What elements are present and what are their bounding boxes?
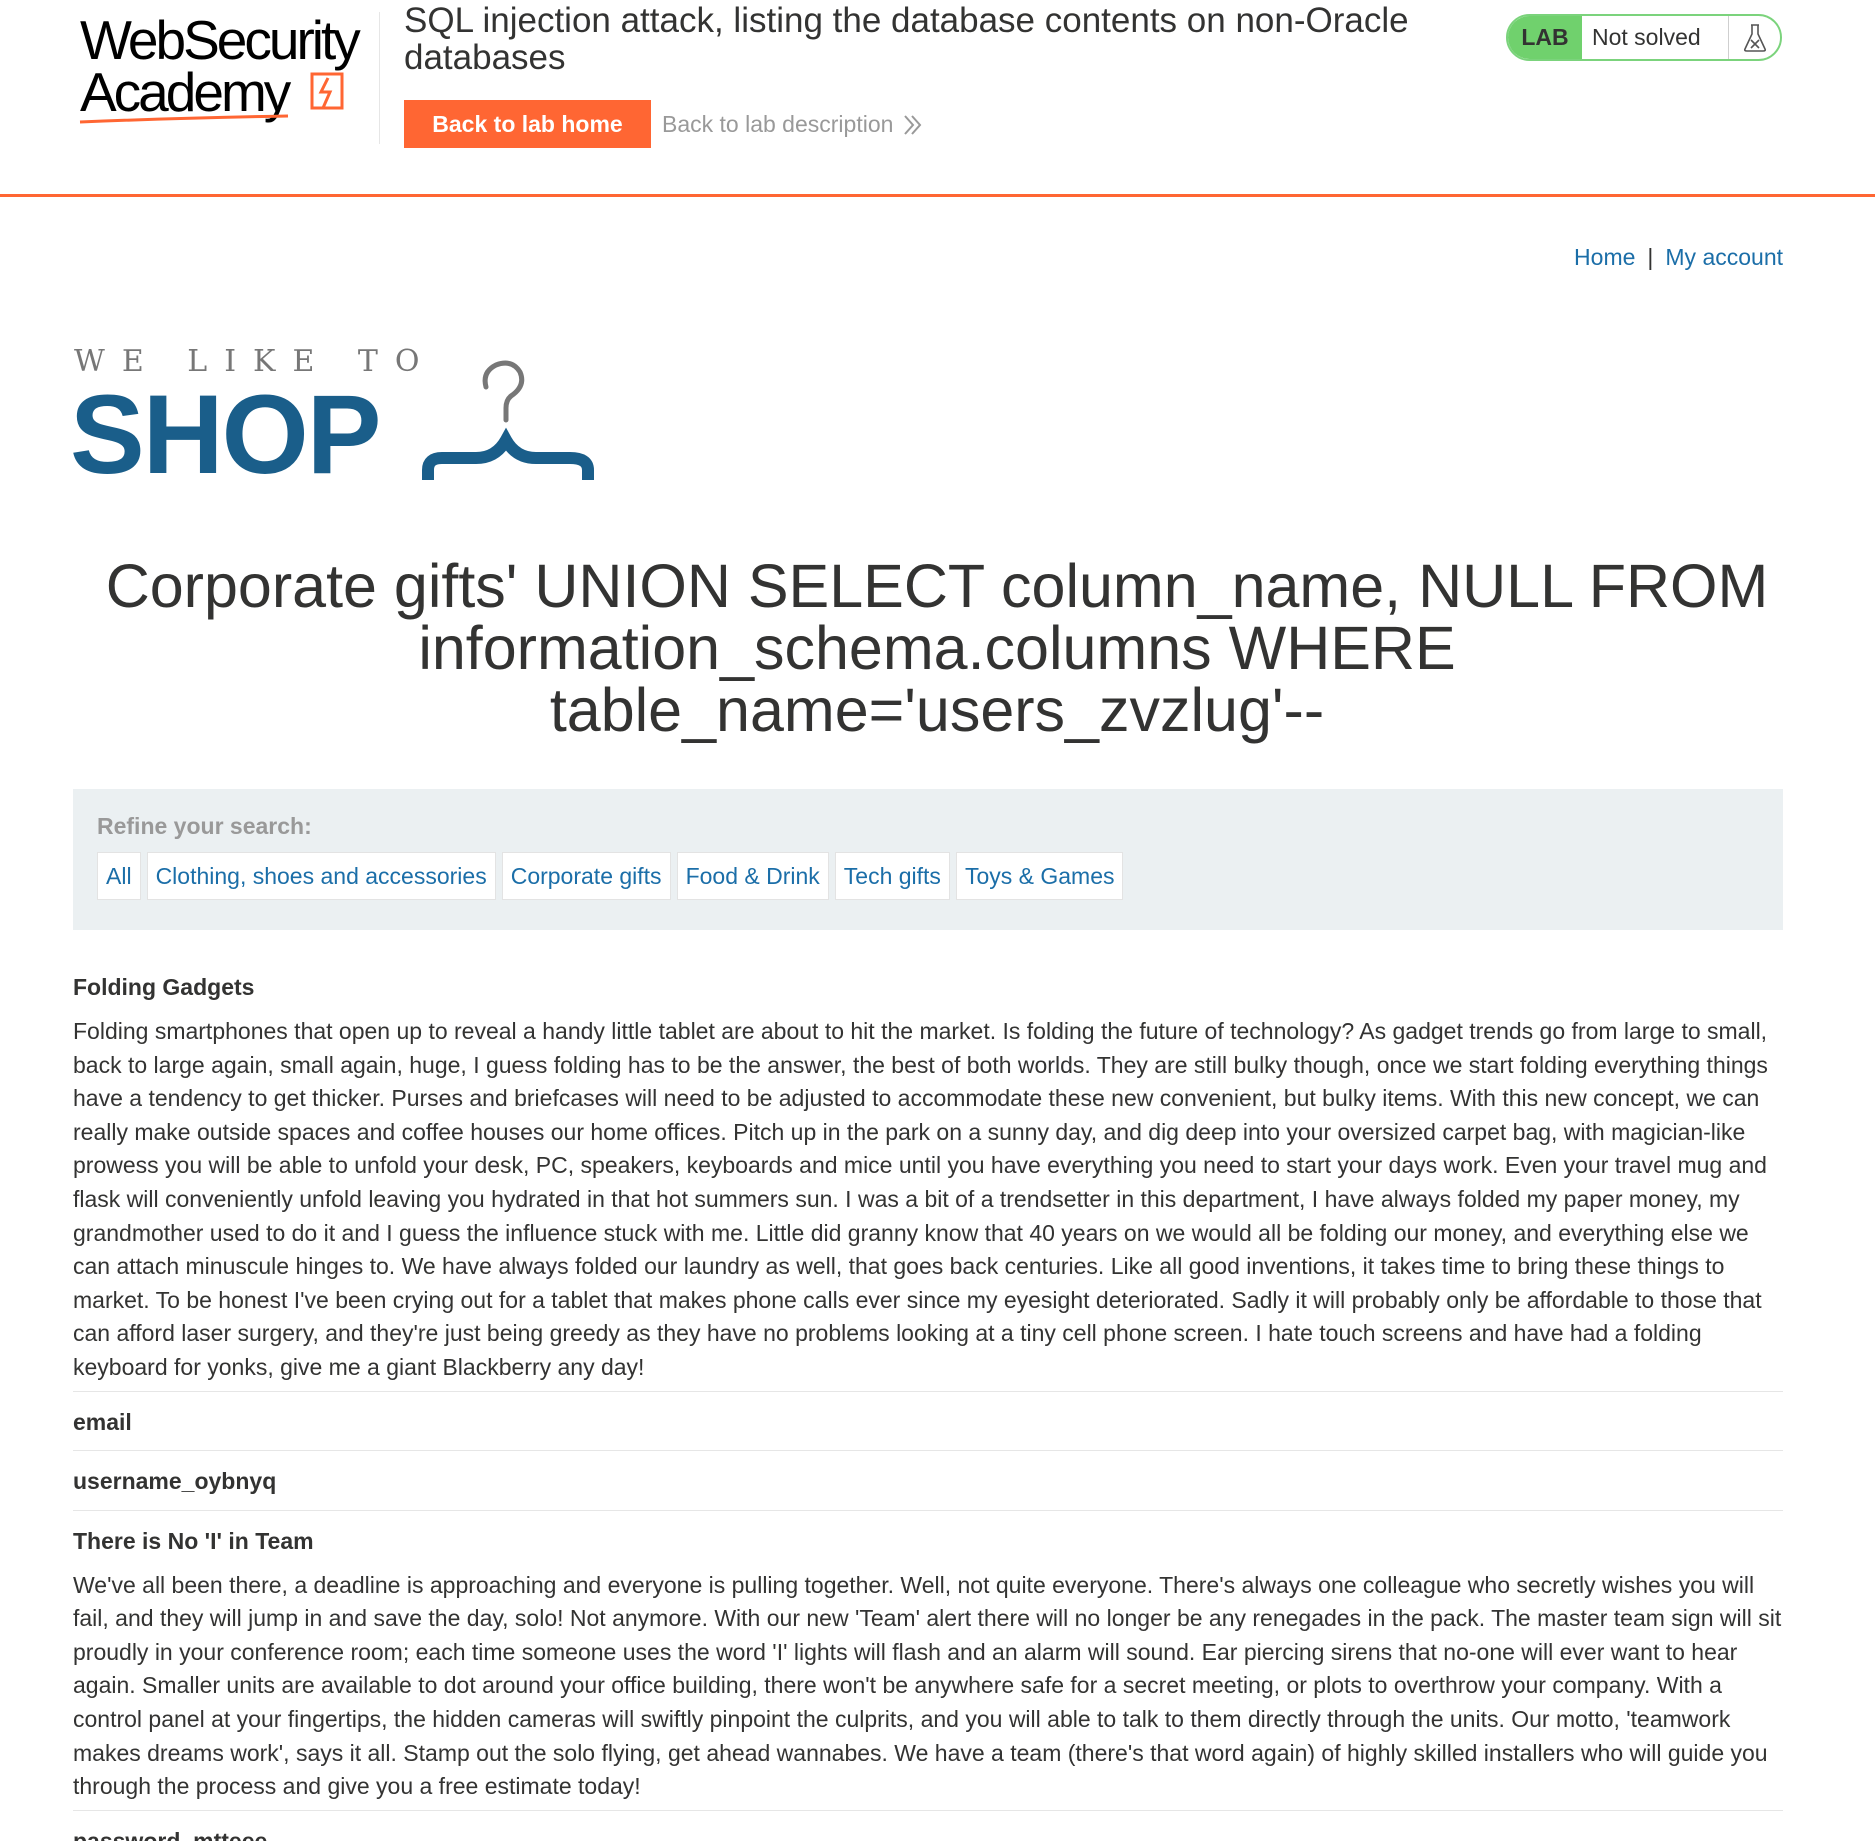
results-table: Folding Gadgets Folding smartphones that… bbox=[73, 970, 1783, 1841]
refine-search-label: Refine your search: bbox=[97, 813, 312, 839]
result-description: We've all been there, a deadline is appr… bbox=[73, 1571, 1782, 1800]
lab-status-text: Not solved bbox=[1592, 24, 1701, 50]
search-results-title: Corporate gifts' UNION SELECT column_nam… bbox=[105, 552, 1769, 744]
top-nav: Home | My account bbox=[1574, 244, 1783, 271]
double-chevron-right-icon bbox=[904, 114, 922, 135]
table-row: Folding Gadgets Folding smartphones that… bbox=[73, 970, 1783, 1392]
filter-corporate-gifts[interactable]: Corporate gifts bbox=[501, 852, 671, 900]
result-title: Folding Gadgets bbox=[73, 974, 255, 1000]
lab-status-widget: LAB Not solved bbox=[1506, 14, 1782, 61]
filter-all[interactable]: All bbox=[97, 852, 141, 900]
lab-badge: LAB bbox=[1508, 16, 1582, 59]
logo-bolt-box-icon bbox=[310, 72, 344, 110]
nav-separator: | bbox=[1647, 244, 1654, 270]
result-title: There is No 'I' in Team bbox=[73, 1527, 314, 1554]
back-to-lab-description-link[interactable]: Back to lab description bbox=[662, 111, 923, 138]
nav-home-link[interactable]: Home bbox=[1574, 244, 1635, 271]
table-row: email bbox=[73, 1392, 1783, 1451]
result-description: Folding smartphones that open up to reve… bbox=[73, 1018, 1768, 1380]
result-title: email bbox=[73, 1408, 132, 1435]
filter-clothing-shoes-accessories[interactable]: Clothing, shoes and accessories bbox=[146, 852, 496, 900]
flask-icon bbox=[1728, 16, 1780, 59]
web-security-academy-logo[interactable]: WebSecurity Academy bbox=[72, 8, 382, 128]
result-title: password_mtteee bbox=[73, 1827, 268, 1841]
back-to-lab-description-label: Back to lab description bbox=[662, 111, 894, 137]
filter-food-drink[interactable]: Food & Drink bbox=[676, 852, 829, 900]
category-filters: All Clothing, shoes and accessories Corp… bbox=[97, 852, 1759, 900]
table-row: There is No 'I' in Team We've all been t… bbox=[73, 1511, 1783, 1810]
nav-my-account-link[interactable]: My account bbox=[1665, 244, 1783, 271]
table-row: password_mtteee bbox=[73, 1809, 1783, 1841]
filter-toys-games[interactable]: Toys & Games bbox=[955, 852, 1124, 900]
result-title: username_oybnyq bbox=[73, 1467, 277, 1494]
back-to-lab-home-label: Back to lab home bbox=[432, 110, 623, 137]
back-to-lab-home-button[interactable]: Back to lab home bbox=[404, 100, 651, 148]
refine-search-panel: Refine your search: All Clothing, shoes … bbox=[73, 789, 1783, 930]
lab-title: SQL injection attack, listing the databa… bbox=[404, 1, 1409, 77]
header-divider bbox=[379, 12, 380, 144]
academy-header: WebSecurity Academy SQL injection attack… bbox=[0, 0, 1875, 197]
shop-logo: WE LIKE TO SHOP bbox=[70, 340, 612, 497]
table-row: username_oybnyq bbox=[73, 1451, 1783, 1511]
hanger-icon bbox=[422, 360, 594, 480]
filter-tech-gifts[interactable]: Tech gifts bbox=[834, 852, 950, 900]
shop-wordmark: SHOP bbox=[70, 372, 381, 497]
